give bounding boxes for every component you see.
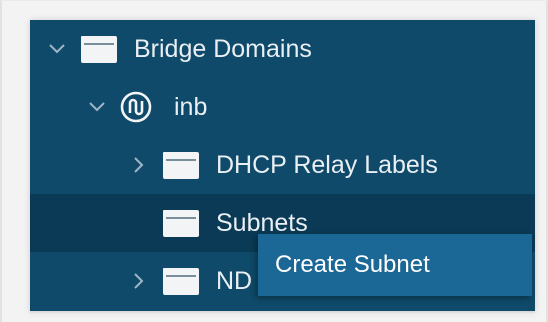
bridge-domain-icon [120, 91, 152, 123]
chevron-down-icon[interactable] [86, 78, 108, 136]
tree-item-label: Bridge Domains [134, 35, 312, 63]
tree-item-label: DHCP Relay Labels [216, 151, 438, 179]
tree-item-inb[interactable]: inb [30, 78, 535, 136]
tree-item-dhcp-relay-labels[interactable]: DHCP Relay Labels [30, 136, 535, 194]
chevron-right-icon[interactable] [128, 252, 150, 310]
window-frame: Bridge Domains inb DHCP Relay Labels Sub… [0, 0, 548, 322]
context-menu: Create Subnet [258, 234, 532, 296]
tree-item-label: inb [174, 93, 208, 121]
panel-shadow [30, 311, 535, 315]
menu-item-create-subnet[interactable]: Create Subnet [258, 234, 532, 296]
tree-item-label: ND [216, 267, 253, 295]
chevron-down-icon[interactable] [46, 20, 68, 78]
folder-icon [162, 265, 202, 297]
tree-item-bridge-domains[interactable]: Bridge Domains [30, 20, 535, 78]
folder-icon [162, 207, 202, 239]
folder-icon [162, 149, 202, 181]
folder-icon [80, 33, 120, 65]
chevron-right-icon[interactable] [128, 136, 150, 194]
